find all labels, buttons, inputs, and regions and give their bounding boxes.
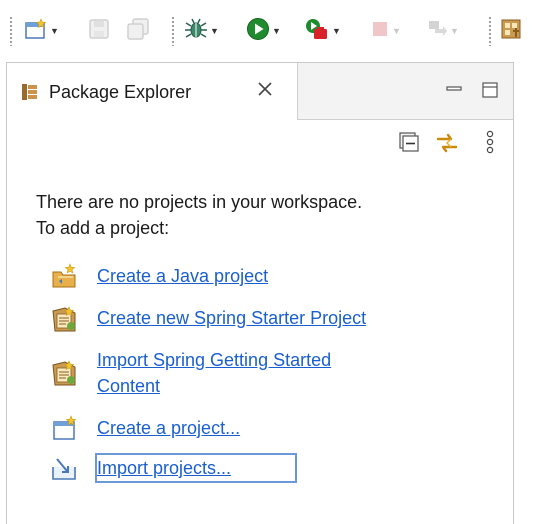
run-dropdown-icon[interactable]: ▼ (272, 26, 281, 36)
save-all-icon (126, 17, 150, 45)
toolbar-separator (488, 16, 492, 46)
collapse-all-icon[interactable] (399, 132, 419, 157)
tab-title: Package Explorer (49, 82, 192, 102)
save-all-button[interactable] (126, 17, 150, 45)
new-java-project-icon (51, 263, 79, 289)
open-perspective-button[interactable] (500, 18, 522, 44)
minimize-icon[interactable] (445, 81, 463, 104)
next-annotation-icon (426, 18, 448, 45)
import-projects-icon (51, 455, 79, 481)
external-tools-button[interactable]: ▼ (304, 18, 341, 44)
import-projects-link[interactable]: Import projects... (94, 453, 298, 483)
external-tools-dropdown-icon[interactable]: ▼ (332, 26, 341, 36)
toolbar-separator (171, 16, 175, 46)
tab-package-explorer[interactable]: Package Explorer (7, 63, 298, 120)
stop-button[interactable]: ▼ (370, 18, 401, 44)
new-wizard-dropdown-icon[interactable]: ▼ (50, 26, 59, 36)
save-button[interactable] (88, 18, 110, 44)
toolbar-grip[interactable] (9, 16, 13, 46)
spring-starter-icon (51, 305, 79, 332)
view-menu-icon[interactable] (485, 130, 495, 161)
debug-button[interactable]: ▼ (184, 18, 219, 44)
close-icon[interactable] (255, 79, 275, 105)
package-explorer-view: Package Explorer There are no projects i… (6, 62, 514, 524)
maximize-icon[interactable] (481, 81, 499, 104)
import-spring-guides-link-line1[interactable]: Import Spring Getting Started (97, 347, 331, 373)
debug-dropdown-icon[interactable]: ▼ (210, 26, 219, 36)
save-icon (88, 18, 110, 45)
run-icon (246, 17, 270, 46)
import-spring-guides-link-line2[interactable]: Content (97, 373, 331, 399)
external-tools-icon (304, 17, 330, 46)
message-line-1: There are no projects in your workspace. (36, 192, 363, 212)
empty-workspace-message: There are no projects in your workspace.… (36, 189, 362, 241)
main-toolbar: ▼ ▼ ▼ ▼ ▼ ▼ (0, 0, 534, 62)
stop-icon (370, 19, 390, 44)
link-with-editor-icon[interactable] (435, 132, 459, 159)
run-button[interactable]: ▼ (246, 17, 281, 46)
create-java-project-row[interactable]: Create a Java project (51, 263, 268, 289)
view-toolbar (7, 120, 513, 164)
create-java-project-link[interactable]: Create a Java project (97, 263, 268, 289)
create-project-row[interactable]: Create a project... (51, 415, 240, 441)
import-spring-guides-row[interactable]: Import Spring Getting Started Content (51, 347, 331, 399)
package-explorer-icon (21, 83, 39, 106)
create-project-link[interactable]: Create a project... (97, 415, 240, 441)
create-spring-starter-link[interactable]: Create new Spring Starter Project (97, 305, 366, 331)
view-tab-strip: Package Explorer (7, 63, 513, 120)
debug-icon (184, 18, 208, 45)
create-spring-starter-row[interactable]: Create new Spring Starter Project (51, 305, 366, 332)
stop-dropdown-icon[interactable]: ▼ (392, 26, 401, 36)
message-line-2: To add a project: (36, 218, 170, 238)
open-perspective-icon (500, 18, 522, 45)
import-projects-row[interactable]: Import projects... (51, 453, 298, 483)
new-wizard-button[interactable]: ▼ (24, 17, 59, 45)
new-wizard-icon (24, 17, 48, 45)
new-project-icon (51, 415, 79, 441)
next-annotation-dropdown-icon[interactable]: ▼ (450, 26, 459, 36)
next-annotation-button[interactable]: ▼ (426, 18, 459, 44)
import-spring-guides-link-group[interactable]: Import Spring Getting Started Content (97, 347, 331, 399)
spring-import-icon (51, 359, 79, 386)
